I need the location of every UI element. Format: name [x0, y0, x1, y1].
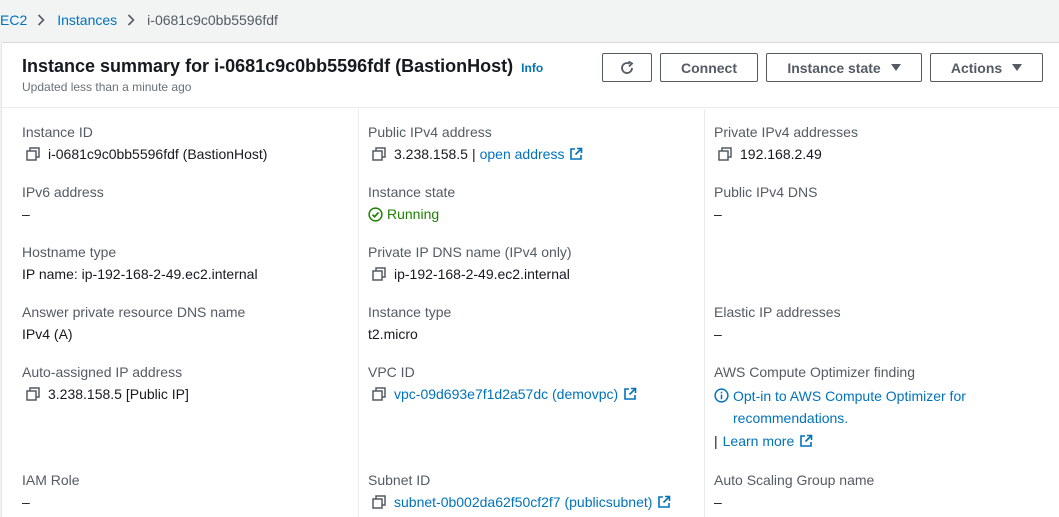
ipv6-value: –	[22, 206, 30, 222]
breadcrumb: EC2 Instances i-0681c9c0bb5596fdf	[0, 10, 278, 30]
info-link[interactable]: Info	[521, 61, 543, 75]
copy-icon[interactable]	[372, 387, 386, 401]
hostname-type-label: Hostname type	[22, 244, 117, 260]
public-dns-label: Public IPv4 DNS	[714, 184, 818, 200]
answer-dns-label: Answer private resource DNS name	[22, 304, 246, 320]
subnet-id-link[interactable]: subnet-0b002da62f50cf2f7 (publicsubnet)	[394, 493, 652, 511]
instance-state-button[interactable]: Instance state	[766, 53, 922, 82]
breadcrumb-ec2-link[interactable]: EC2	[0, 12, 27, 28]
answer-dns-field: Answer private resource DNS name IPv4 (A…	[22, 303, 245, 343]
public-ipv4-label: Public IPv4 address	[368, 124, 492, 140]
vpc-id-link[interactable]: vpc-09d693e7f1d2a57dc (demovpc)	[394, 385, 618, 403]
elastic-ip-value: –	[714, 326, 722, 342]
public-dns-value: –	[714, 206, 722, 222]
public-dns-field: Public IPv4 DNS –	[714, 183, 817, 223]
vpc-id-field: VPC ID vpc-09d693e7f1d2a57dc (demovpc)	[368, 363, 637, 403]
private-ipv4-label: Private IPv4 addresses	[714, 124, 858, 140]
connect-button[interactable]: Connect	[660, 53, 758, 82]
column-divider	[704, 109, 705, 517]
asg-name-value: –	[714, 494, 722, 510]
copy-icon[interactable]	[372, 267, 386, 281]
subnet-id-label: Subnet ID	[368, 472, 431, 488]
learn-more-link[interactable]: Learn more	[723, 433, 795, 449]
instance-type-value: t2.micro	[368, 326, 418, 342]
iam-role-field: IAM Role –	[22, 471, 80, 511]
vpc-id-label: VPC ID	[368, 364, 415, 380]
ipv6-field: IPv6 address –	[22, 183, 104, 223]
caret-down-icon	[1012, 63, 1023, 72]
panel-header: Instance summary for i-0681c9c0bb5596fdf…	[2, 43, 1059, 108]
instance-state-field: Instance state Running	[368, 183, 455, 223]
ipv6-label: IPv6 address	[22, 184, 104, 200]
instance-type-field: Instance type t2.micro	[368, 303, 451, 343]
actions-label: Actions	[950, 59, 1003, 76]
open-address-link[interactable]: open address	[480, 145, 565, 163]
refresh-button[interactable]	[602, 53, 652, 82]
answer-dns-value: IPv4 (A)	[22, 326, 73, 342]
last-updated-text: Updated less than a minute ago	[22, 80, 192, 94]
asg-name-field: Auto Scaling Group name –	[714, 471, 874, 511]
chevron-right-icon	[37, 14, 45, 26]
optimizer-opt-in-link[interactable]: Opt-in to AWS Compute Optimizer for reco…	[733, 385, 1059, 429]
status-positive-icon	[368, 206, 383, 222]
elastic-ip-field: Elastic IP addresses –	[714, 303, 841, 343]
instance-type-label: Instance type	[368, 304, 452, 320]
copy-icon[interactable]	[372, 147, 386, 161]
instance-id-field: Instance ID i-0681c9c0bb5596fdf (Bastion…	[22, 123, 267, 163]
subnet-id-field: Subnet ID subnet-0b002da62f50cf2f7 (publ…	[368, 471, 671, 511]
instance-id-value: i-0681c9c0bb5596fdf (BastionHost)	[48, 146, 268, 162]
info-icon	[714, 388, 729, 403]
optimizer-field: AWS Compute Optimizer finding Opt-in to …	[714, 363, 1059, 449]
instance-summary-panel: Instance summary for i-0681c9c0bb5596fdf…	[2, 42, 1059, 517]
copy-icon[interactable]	[718, 147, 732, 161]
asg-name-label: Auto Scaling Group name	[714, 472, 875, 488]
instance-id-label: Instance ID	[22, 124, 93, 140]
instance-state-value: Running	[387, 206, 440, 222]
copy-icon[interactable]	[26, 387, 40, 401]
iam-role-label: IAM Role	[22, 472, 80, 488]
external-link-icon[interactable]	[623, 387, 637, 401]
private-dns-value: ip-192-168-2-49.ec2.internal	[394, 266, 570, 282]
private-dns-label: Private IP DNS name (IPv4 only)	[368, 244, 572, 260]
elastic-ip-label: Elastic IP addresses	[714, 304, 841, 320]
private-dns-field: Private IP DNS name (IPv4 only) ip-192-1…	[368, 243, 572, 283]
instance-state-label: Instance state	[787, 59, 881, 76]
page-title: Instance summary for i-0681c9c0bb5596fdf…	[22, 56, 514, 76]
hostname-type-field: Hostname type IP name: ip-192-168-2-49.e…	[22, 243, 258, 283]
instance-state-field-label: Instance state	[368, 184, 456, 200]
external-link-icon[interactable]	[657, 495, 671, 509]
iam-role-value: –	[22, 494, 30, 510]
copy-icon[interactable]	[26, 147, 40, 161]
optimizer-label: AWS Compute Optimizer finding	[714, 364, 915, 380]
private-ipv4-field: Private IPv4 addresses 192.168.2.49	[714, 123, 858, 163]
public-ipv4-field: Public IPv4 address 3.238.158.5 | open a…	[368, 123, 583, 163]
auto-ip-value: 3.238.158.5 [Public IP]	[48, 386, 189, 402]
public-ipv4-value: 3.238.158.5	[394, 146, 468, 162]
copy-icon[interactable]	[372, 495, 386, 509]
external-link-icon[interactable]	[799, 434, 813, 448]
caret-down-icon	[890, 63, 901, 72]
private-ipv4-value: 192.168.2.49	[740, 146, 822, 162]
external-link-icon[interactable]	[569, 147, 583, 161]
separator: |	[714, 433, 718, 449]
separator: |	[471, 146, 476, 162]
breadcrumb-instances-link[interactable]: Instances	[57, 12, 117, 28]
column-divider	[358, 109, 359, 517]
hostname-type-value: IP name: ip-192-168-2-49.ec2.internal	[22, 266, 258, 282]
chevron-right-icon	[127, 14, 135, 26]
breadcrumb-current: i-0681c9c0bb5596fdf	[147, 12, 278, 28]
auto-ip-field: Auto-assigned IP address 3.238.158.5 [Pu…	[22, 363, 189, 403]
refresh-icon	[619, 60, 635, 76]
actions-button[interactable]: Actions	[930, 53, 1043, 82]
auto-ip-label: Auto-assigned IP address	[22, 364, 183, 380]
